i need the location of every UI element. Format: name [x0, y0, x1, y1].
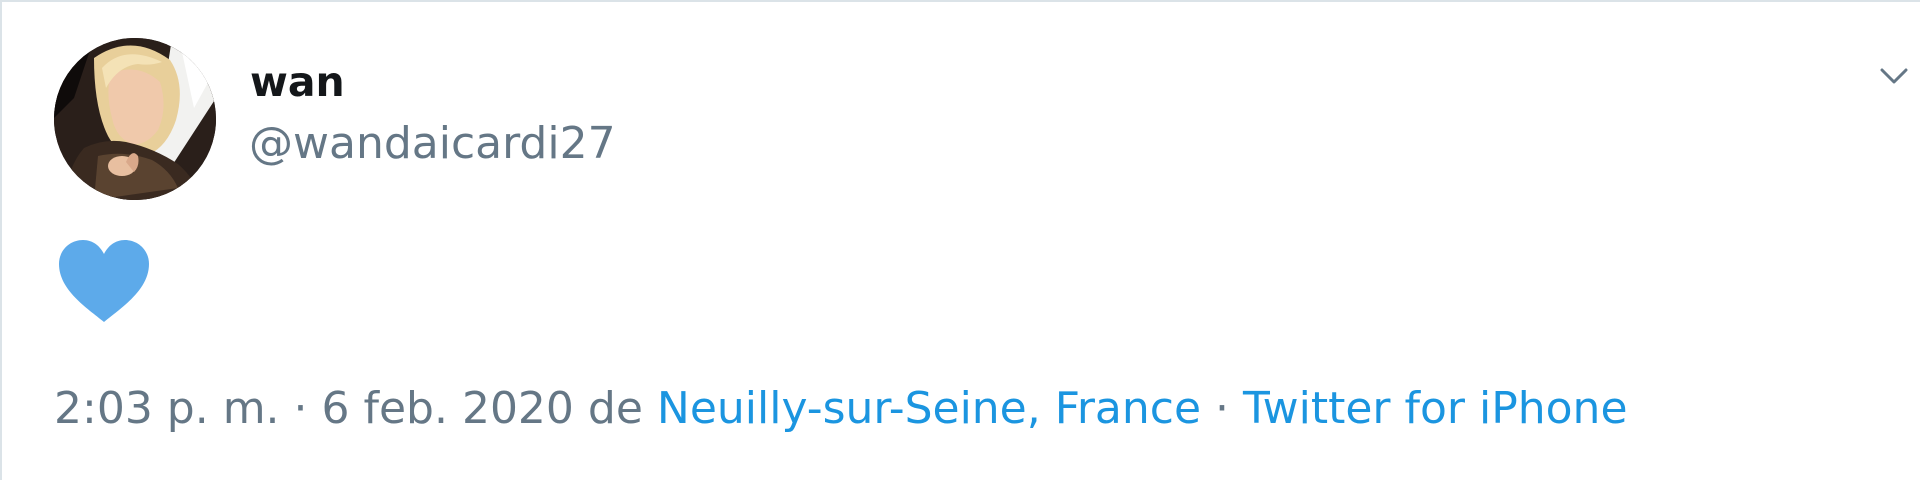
blue-heart-icon: [59, 240, 149, 322]
separator: ·: [1215, 383, 1230, 434]
tweet-text: [57, 238, 151, 324]
tweet-metadata: 2:03 p. m. · 6 feb. 2020 de Neuilly-sur-…: [54, 383, 1628, 435]
avatar-photo: [54, 38, 216, 200]
from-label: de: [587, 383, 643, 434]
client-link[interactable]: Twitter for iPhone: [1243, 383, 1627, 434]
timestamp[interactable]: 2:03 p. m. · 6 feb. 2020: [54, 383, 574, 434]
display-name[interactable]: wan: [250, 59, 345, 105]
location-link[interactable]: Neuilly-sur-Seine, France: [657, 383, 1201, 434]
tweet-card: wan @wandaicardi27 2:03 p. m. · 6 feb. 2…: [0, 0, 1920, 480]
chevron-down-icon[interactable]: [1874, 56, 1914, 96]
avatar[interactable]: [54, 38, 216, 200]
username-handle[interactable]: @wandaicardi27: [249, 119, 616, 168]
